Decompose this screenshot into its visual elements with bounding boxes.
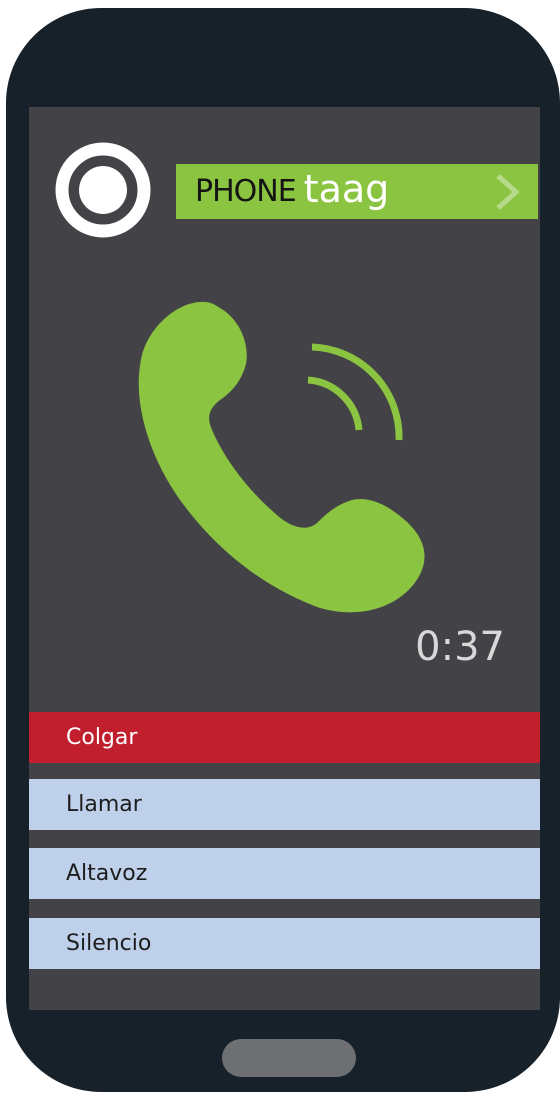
speaker-label: Altavoz <box>66 861 148 886</box>
home-button[interactable] <box>222 1039 356 1077</box>
record-icon[interactable] <box>55 142 151 238</box>
brand-phone-text: PHONE <box>195 174 297 209</box>
phone-call-icon <box>138 301 425 613</box>
hangup-label: Colgar <box>66 725 138 750</box>
speaker-button[interactable]: Altavoz <box>29 848 540 899</box>
call-label: Llamar <box>66 792 142 817</box>
call-button[interactable]: Llamar <box>29 779 540 830</box>
hangup-button[interactable]: Colgar <box>29 712 540 763</box>
brand-taag-text: taag <box>303 166 390 211</box>
call-timer: 0:37 <box>415 624 505 670</box>
brand-bar[interactable]: PHONE taag <box>176 164 538 219</box>
mute-button[interactable]: Silencio <box>29 918 540 969</box>
chevron-right-icon[interactable] <box>492 172 524 212</box>
mute-label: Silencio <box>66 931 152 956</box>
